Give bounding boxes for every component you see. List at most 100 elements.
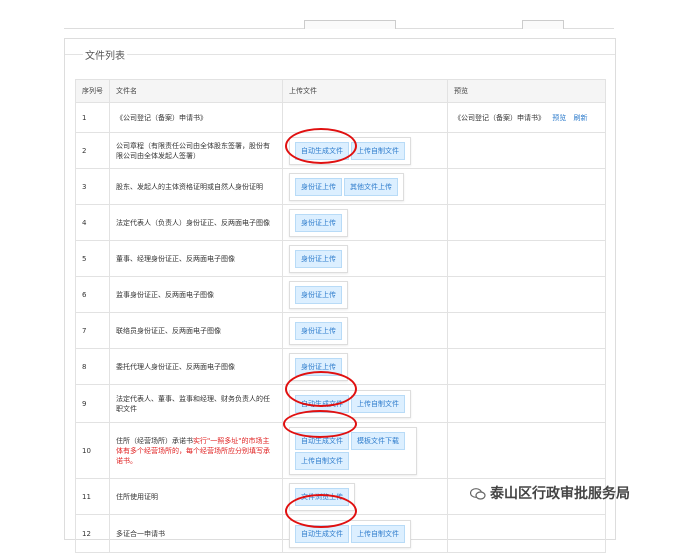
file-name: 住所使用证明 [109, 478, 283, 515]
file-name: 法定代表人、董事、监事和经理、财务负责人的任职文件 [109, 384, 283, 423]
file-name: 公司章程（有限责任公司由全体股东签署，股份有限公司由全体发起人签署） [109, 132, 283, 169]
table-row: 7 联络员身份证正、反两面电子图像 身份证上传 [75, 312, 606, 349]
row-number: 10 [75, 422, 110, 479]
preview-cell [447, 312, 606, 349]
file-name: 董事、经理身份证正、反两面电子图像 [109, 240, 283, 277]
upload-cell: 身份证上传 [282, 312, 448, 349]
upload-cell: 身份证上传 [282, 240, 448, 277]
button-group: 身份证上传 [289, 316, 348, 345]
header-upload: 上传文件 [282, 79, 448, 103]
row-number: 7 [75, 312, 110, 349]
button-group: 身份证上传 [289, 280, 348, 309]
file-list-panel: 文件列表 序列号 文件名 上传文件 预览 1 《公司登记（备案）申请书》 《公司… [64, 38, 616, 553]
top-tab-stub [304, 20, 396, 29]
upload-cell: 身份证上传 其他文件上传 [282, 168, 448, 205]
auto-generate-button[interactable]: 自动生成文件 [295, 141, 349, 160]
id-card-upload-button[interactable]: 身份证上传 [295, 357, 342, 376]
file-table: 序列号 文件名 上传文件 预览 1 《公司登记（备案）申请书》 《公司登记（备案… [75, 79, 606, 553]
button-group: 身份证上传 其他文件上传 [289, 172, 404, 201]
id-card-upload-button[interactable]: 身份证上传 [295, 177, 342, 196]
preview-cell [447, 514, 606, 553]
table-row: 4 法定代表人（负责人）身份证正、反两面电子图像 身份证上传 [75, 204, 606, 241]
panel-title: 文件列表 [83, 47, 127, 62]
upload-cell: 身份证上传 [282, 348, 448, 385]
button-group: 身份证上传 [289, 208, 348, 237]
preview-filename: 《公司登记（备案）申请书》 [454, 113, 545, 122]
row-number: 5 [75, 240, 110, 277]
button-group: 身份证上传 [289, 352, 348, 381]
row-number: 4 [75, 204, 110, 241]
header-serial: 序列号 [75, 79, 110, 103]
button-group: 自动生成文件 上传自制文件 [289, 519, 411, 548]
row-number: 1 [75, 102, 110, 133]
upload-custom-button[interactable]: 上传自制文件 [351, 394, 405, 413]
table-row: 12 多证合一申请书 自动生成文件 上传自制文件 [75, 514, 606, 553]
preview-cell [447, 132, 606, 169]
row-number: 8 [75, 348, 110, 385]
table-row: 5 董事、经理身份证正、反两面电子图像 身份证上传 [75, 240, 606, 277]
upload-cell: 自动生成文件 上传自制文件 [282, 384, 448, 423]
preview-cell [447, 422, 606, 479]
table-row: 3 股东、发起人的主体资格证明或自然人身份证明 身份证上传 其他文件上传 [75, 168, 606, 205]
row-number: 12 [75, 514, 110, 553]
file-browse-upload-button[interactable]: 文件浏览上传 [295, 487, 349, 506]
file-name: 《公司登记（备案）申请书》 [109, 102, 283, 133]
auto-generate-button[interactable]: 自动生成文件 [295, 431, 349, 450]
file-name-main: 住所（经营场所）承诺书 [116, 436, 193, 445]
row-number: 3 [75, 168, 110, 205]
refresh-link[interactable]: 刷新 [573, 114, 587, 122]
button-group: 自动生成文件 上传自制文件 [289, 389, 411, 418]
preview-cell [447, 348, 606, 385]
table-row: 1 《公司登记（备案）申请书》 《公司登记（备案）申请书》 预览 刷新 [75, 102, 606, 133]
header-preview: 预览 [447, 79, 606, 103]
upload-custom-button[interactable]: 上传自制文件 [351, 524, 405, 543]
panel-divider [65, 54, 615, 55]
auto-generate-button[interactable]: 自动生成文件 [295, 394, 349, 413]
id-card-upload-button[interactable]: 身份证上传 [295, 249, 342, 268]
table-row: 10 住所（经营场所）承诺书实行"一照多址"的市场主体有多个经营场所的，每个经营… [75, 422, 606, 479]
upload-custom-button[interactable]: 上传自制文件 [351, 141, 405, 160]
other-file-upload-button[interactable]: 其他文件上传 [344, 177, 398, 196]
upload-cell: 身份证上传 [282, 204, 448, 241]
upload-cell: 自动生成文件 上传自制文件 [282, 132, 448, 169]
table-row: 6 监事身份证正、反两面电子图像 身份证上传 [75, 276, 606, 313]
table-row: 2 公司章程（有限责任公司由全体股东签署，股份有限公司由全体发起人签署） 自动生… [75, 132, 606, 169]
button-group: 文件浏览上传 [289, 482, 355, 511]
row-number: 6 [75, 276, 110, 313]
preview-cell [447, 204, 606, 241]
top-tab-stub [522, 20, 564, 29]
upload-custom-button[interactable]: 上传自制文件 [295, 451, 349, 470]
watermark: 泰山区行政审批服务局 [470, 483, 630, 503]
wechat-icon [470, 488, 486, 500]
preview-cell [447, 384, 606, 423]
file-name: 法定代表人（负责人）身份证正、反两面电子图像 [109, 204, 283, 241]
upload-cell: 文件浏览上传 [282, 478, 448, 515]
top-tab-bar [64, 0, 614, 29]
button-group: 身份证上传 [289, 244, 348, 273]
id-card-upload-button[interactable]: 身份证上传 [295, 321, 342, 340]
preview-cell: 《公司登记（备案）申请书》 预览 刷新 [447, 102, 606, 133]
button-group: 自动生成文件 模板文件下载上传自制文件 [289, 426, 417, 475]
header-filename: 文件名 [109, 79, 283, 103]
file-name: 联络员身份证正、反两面电子图像 [109, 312, 283, 349]
id-card-upload-button[interactable]: 身份证上传 [295, 285, 342, 304]
preview-cell [447, 240, 606, 277]
upload-cell: 自动生成文件 模板文件下载上传自制文件 [282, 422, 448, 479]
row-number: 2 [75, 132, 110, 169]
upload-cell: 自动生成文件 上传自制文件 [282, 514, 448, 553]
table-header-row: 序列号 文件名 上传文件 预览 [75, 79, 606, 103]
file-name: 多证合一申请书 [109, 514, 283, 553]
file-name: 住所（经营场所）承诺书实行"一照多址"的市场主体有多个经营场所的，每个经营场所应… [109, 422, 283, 479]
watermark-text: 泰山区行政审批服务局 [490, 486, 630, 502]
row-number: 11 [75, 478, 110, 515]
file-name: 委托代理人身份证正、反两面电子图像 [109, 348, 283, 385]
file-name: 监事身份证正、反两面电子图像 [109, 276, 283, 313]
preview-link[interactable]: 预览 [552, 114, 566, 122]
auto-generate-button[interactable]: 自动生成文件 [295, 524, 349, 543]
button-group: 自动生成文件 上传自制文件 [289, 136, 411, 165]
preview-cell [447, 168, 606, 205]
table-row: 8 委托代理人身份证正、反两面电子图像 身份证上传 [75, 348, 606, 385]
template-download-button[interactable]: 模板文件下载 [351, 431, 405, 450]
id-card-upload-button[interactable]: 身份证上传 [295, 213, 342, 232]
table-row: 9 法定代表人、董事、监事和经理、财务负责人的任职文件 自动生成文件 上传自制文件 [75, 384, 606, 423]
